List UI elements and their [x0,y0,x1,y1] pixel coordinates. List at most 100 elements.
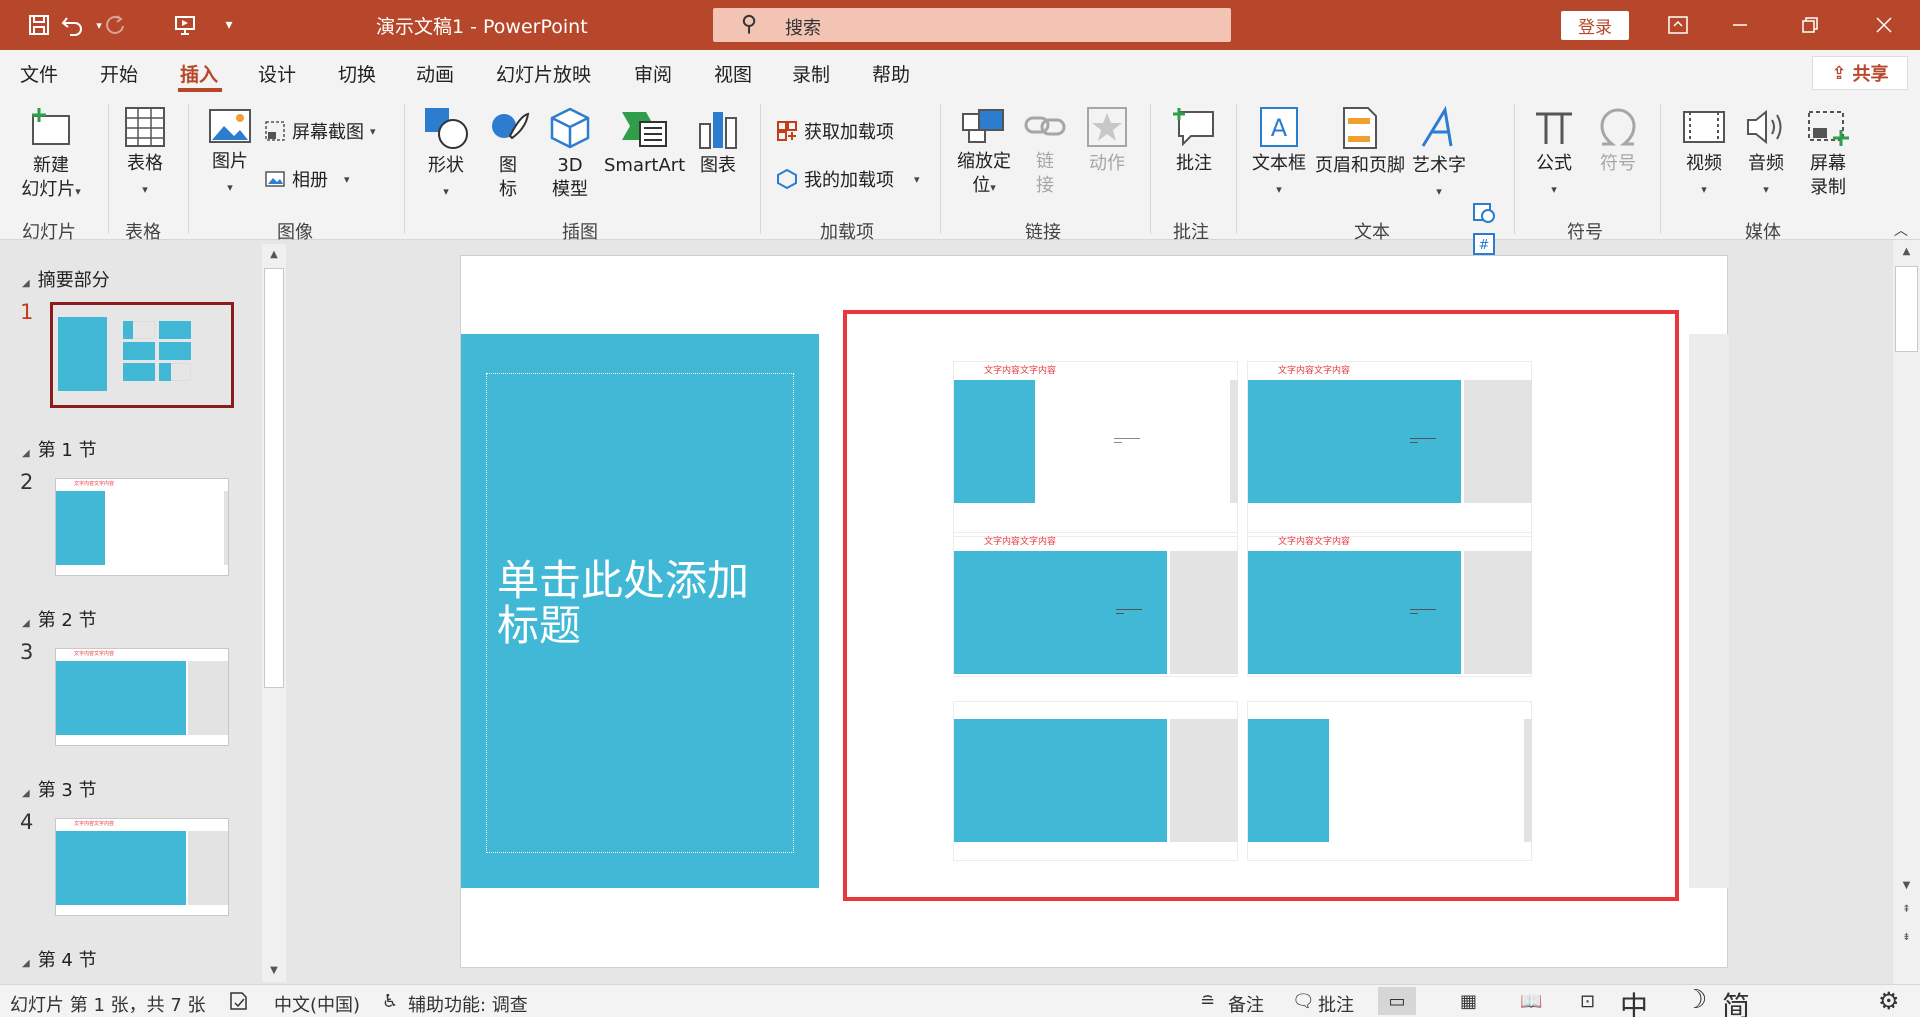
section-header[interactable]: ◢ 第 3 节 [22,776,97,802]
slideshow-view-icon[interactable]: ⊡ [1580,991,1595,1012]
action-button[interactable]: 动作 [1080,106,1134,176]
equation-button[interactable]: 公式 ▾ [1528,106,1580,202]
zoom-card[interactable]: 文字内容文字内容 [953,532,1238,677]
table-label: 表格 [127,153,163,174]
audio-button[interactable]: 音频 ▾ [1740,106,1792,202]
tab-help[interactable]: 帮助 [872,60,910,87]
zoom-card[interactable]: 文字内容文字内容 [1247,532,1532,677]
language-indicator[interactable]: 中文(中国) [274,991,360,1017]
zoom-card[interactable] [953,701,1238,861]
tab-record[interactable]: 录制 [792,60,830,87]
tab-file[interactable]: 文件 [20,60,58,87]
new-slide-button[interactable]: 新建 幻灯片▾ [12,106,90,204]
tab-animations[interactable]: 动画 [416,60,454,87]
screen-recording-button[interactable]: 屏幕 录制 [1800,106,1856,200]
zoom-card[interactable] [1247,701,1532,861]
video-label: 视频 [1686,153,1722,174]
tab-insert[interactable]: 插入 [180,60,218,87]
share-button[interactable]: ⇪ 共享 [1812,56,1908,90]
video-button[interactable]: 视频 ▾ [1678,106,1730,202]
accessibility-status[interactable]: 辅助功能: 调查 [408,991,528,1017]
thumbnail-scrollbar[interactable]: ▲ ▼ [262,244,286,982]
restore-icon[interactable] [1790,8,1830,42]
save-icon[interactable] [24,10,54,40]
minimize-icon[interactable] [1720,8,1760,42]
redo-icon[interactable] [100,10,130,40]
3d-models-button[interactable]: 3D 模型 [544,106,596,202]
powerpoint-window: ▾ ▾ 演示文稿1 - PowerPoint ⚲ 搜索 登录 文件 开始 插入 [0,0,1920,1017]
settings-gear-icon[interactable]: ⚙ [1878,987,1900,1015]
slide-thumbnail-1-selected[interactable] [50,302,234,408]
wordart-button[interactable]: 艺术字 ▾ [1410,106,1468,204]
normal-view-icon[interactable]: ▭ [1378,987,1416,1015]
comments-button[interactable]: 批注 [1318,991,1354,1017]
slide-number: 3 [20,640,34,664]
section-header[interactable]: ◢ 第 2 节 [22,606,97,632]
next-slide-icon[interactable]: ⇟ [1893,932,1920,956]
collapse-ribbon-icon[interactable]: ︿ [1894,220,1908,240]
title-placeholder[interactable]: 单击此处添加 标题 [486,373,794,853]
zoom-card[interactable]: 文字内容文字内容 [1247,361,1532,537]
editor-scrollbar[interactable]: ▲ ▼ ⇞ ⇟ [1893,240,1920,984]
comment-button[interactable]: 批注 [1166,106,1222,176]
login-button[interactable]: 登录 [1561,11,1629,40]
moon-icon[interactable]: ☽ [1684,985,1707,1015]
comments-icon[interactable]: 🗨 [1292,991,1315,1012]
zoom-button[interactable]: 缩放定 位▾ [952,106,1016,200]
search-box[interactable]: ⚲ 搜索 [713,8,1231,42]
spellcheck-icon[interactable] [228,991,250,1016]
scroll-thumb[interactable] [1895,266,1918,352]
section-header[interactable]: ◢ 第 4 节 [22,946,97,972]
screenshot-button[interactable]: 屏幕截图 ▾ [264,118,376,144]
slide-thumbnail-2[interactable]: 文字内容文字内容 [55,478,229,576]
notes-button[interactable]: 备注 [1228,991,1264,1017]
ime-simplified-indicator[interactable]: 简 [1722,985,1750,1017]
close-icon[interactable] [1864,8,1904,42]
scroll-up-icon[interactable]: ▲ [1893,240,1920,264]
zoom-card[interactable]: 文字内容文字内容 [953,361,1238,537]
ime-mode-indicator[interactable]: 中 [1620,985,1648,1017]
tab-view[interactable]: 视图 [714,60,752,87]
shapes-button[interactable]: 形状 ▾ [418,106,474,204]
store-icon [777,121,797,141]
chart-button[interactable]: 图表 [694,106,742,178]
ribbon-display-options-icon[interactable] [1658,8,1698,42]
customize-toolbar-icon[interactable]: ▾ [214,10,244,40]
notes-icon[interactable]: ≘ [1200,991,1215,1012]
link-icon [1024,116,1066,136]
scroll-down-icon[interactable]: ▼ [1893,874,1920,898]
table-button[interactable]: 表格 ▾ [120,106,170,202]
slide-canvas[interactable]: 单击此处添加 标题 文字内容文字内容 文字内容文字内容 文字内容文字内容 文字内… [460,255,1729,968]
tab-review[interactable]: 审阅 [634,60,672,87]
tab-design[interactable]: 设计 [258,60,296,87]
tab-transitions[interactable]: 切换 [338,60,376,87]
album-button[interactable]: 相册 ▾ [264,166,350,192]
smartart-button[interactable]: SmartArt [604,106,685,178]
tab-home[interactable]: 开始 [100,60,138,87]
picture-button[interactable]: 图片 ▾ [204,106,256,200]
my-addins-button[interactable]: 我的加载项 ▾ [776,166,920,192]
date-time-icon[interactable] [1472,200,1496,229]
slide-sorter-icon[interactable]: ▦ [1460,991,1477,1012]
scroll-up-icon[interactable]: ▲ [262,244,286,266]
reading-view-icon[interactable]: 📖 [1520,991,1542,1012]
tab-slideshow[interactable]: 幻灯片放映 [496,60,591,87]
present-from-start-icon[interactable] [170,10,200,40]
accessibility-icon[interactable]: ♿ [382,991,398,1012]
previous-slide-icon[interactable]: ⇞ [1893,904,1920,928]
header-footer-button[interactable]: 页眉和页脚 [1314,106,1406,178]
section-header[interactable]: ◢ 摘要部分 [22,266,110,292]
get-addins-button[interactable]: 获取加载项 [776,118,894,144]
icons-button[interactable]: 图 标 [486,106,530,202]
symbol-button[interactable]: 符号 [1590,106,1646,176]
textbox-button[interactable]: A 文本框 ▾ [1248,106,1310,202]
section-header[interactable]: ◢ 第 1 节 [22,436,97,462]
svg-text:#: # [1479,238,1490,253]
3d-models-label: 3D 模型 [552,155,588,200]
slide-thumbnail-4[interactable]: 文字内容文字内容 [55,818,229,916]
scroll-thumb[interactable] [264,268,284,688]
slide-thumbnail-3[interactable]: 文字内容文字内容 [55,648,229,746]
scroll-down-icon[interactable]: ▼ [262,960,286,982]
album-label: 相册 [292,170,328,191]
link-button[interactable]: 链 接 [1024,106,1066,198]
